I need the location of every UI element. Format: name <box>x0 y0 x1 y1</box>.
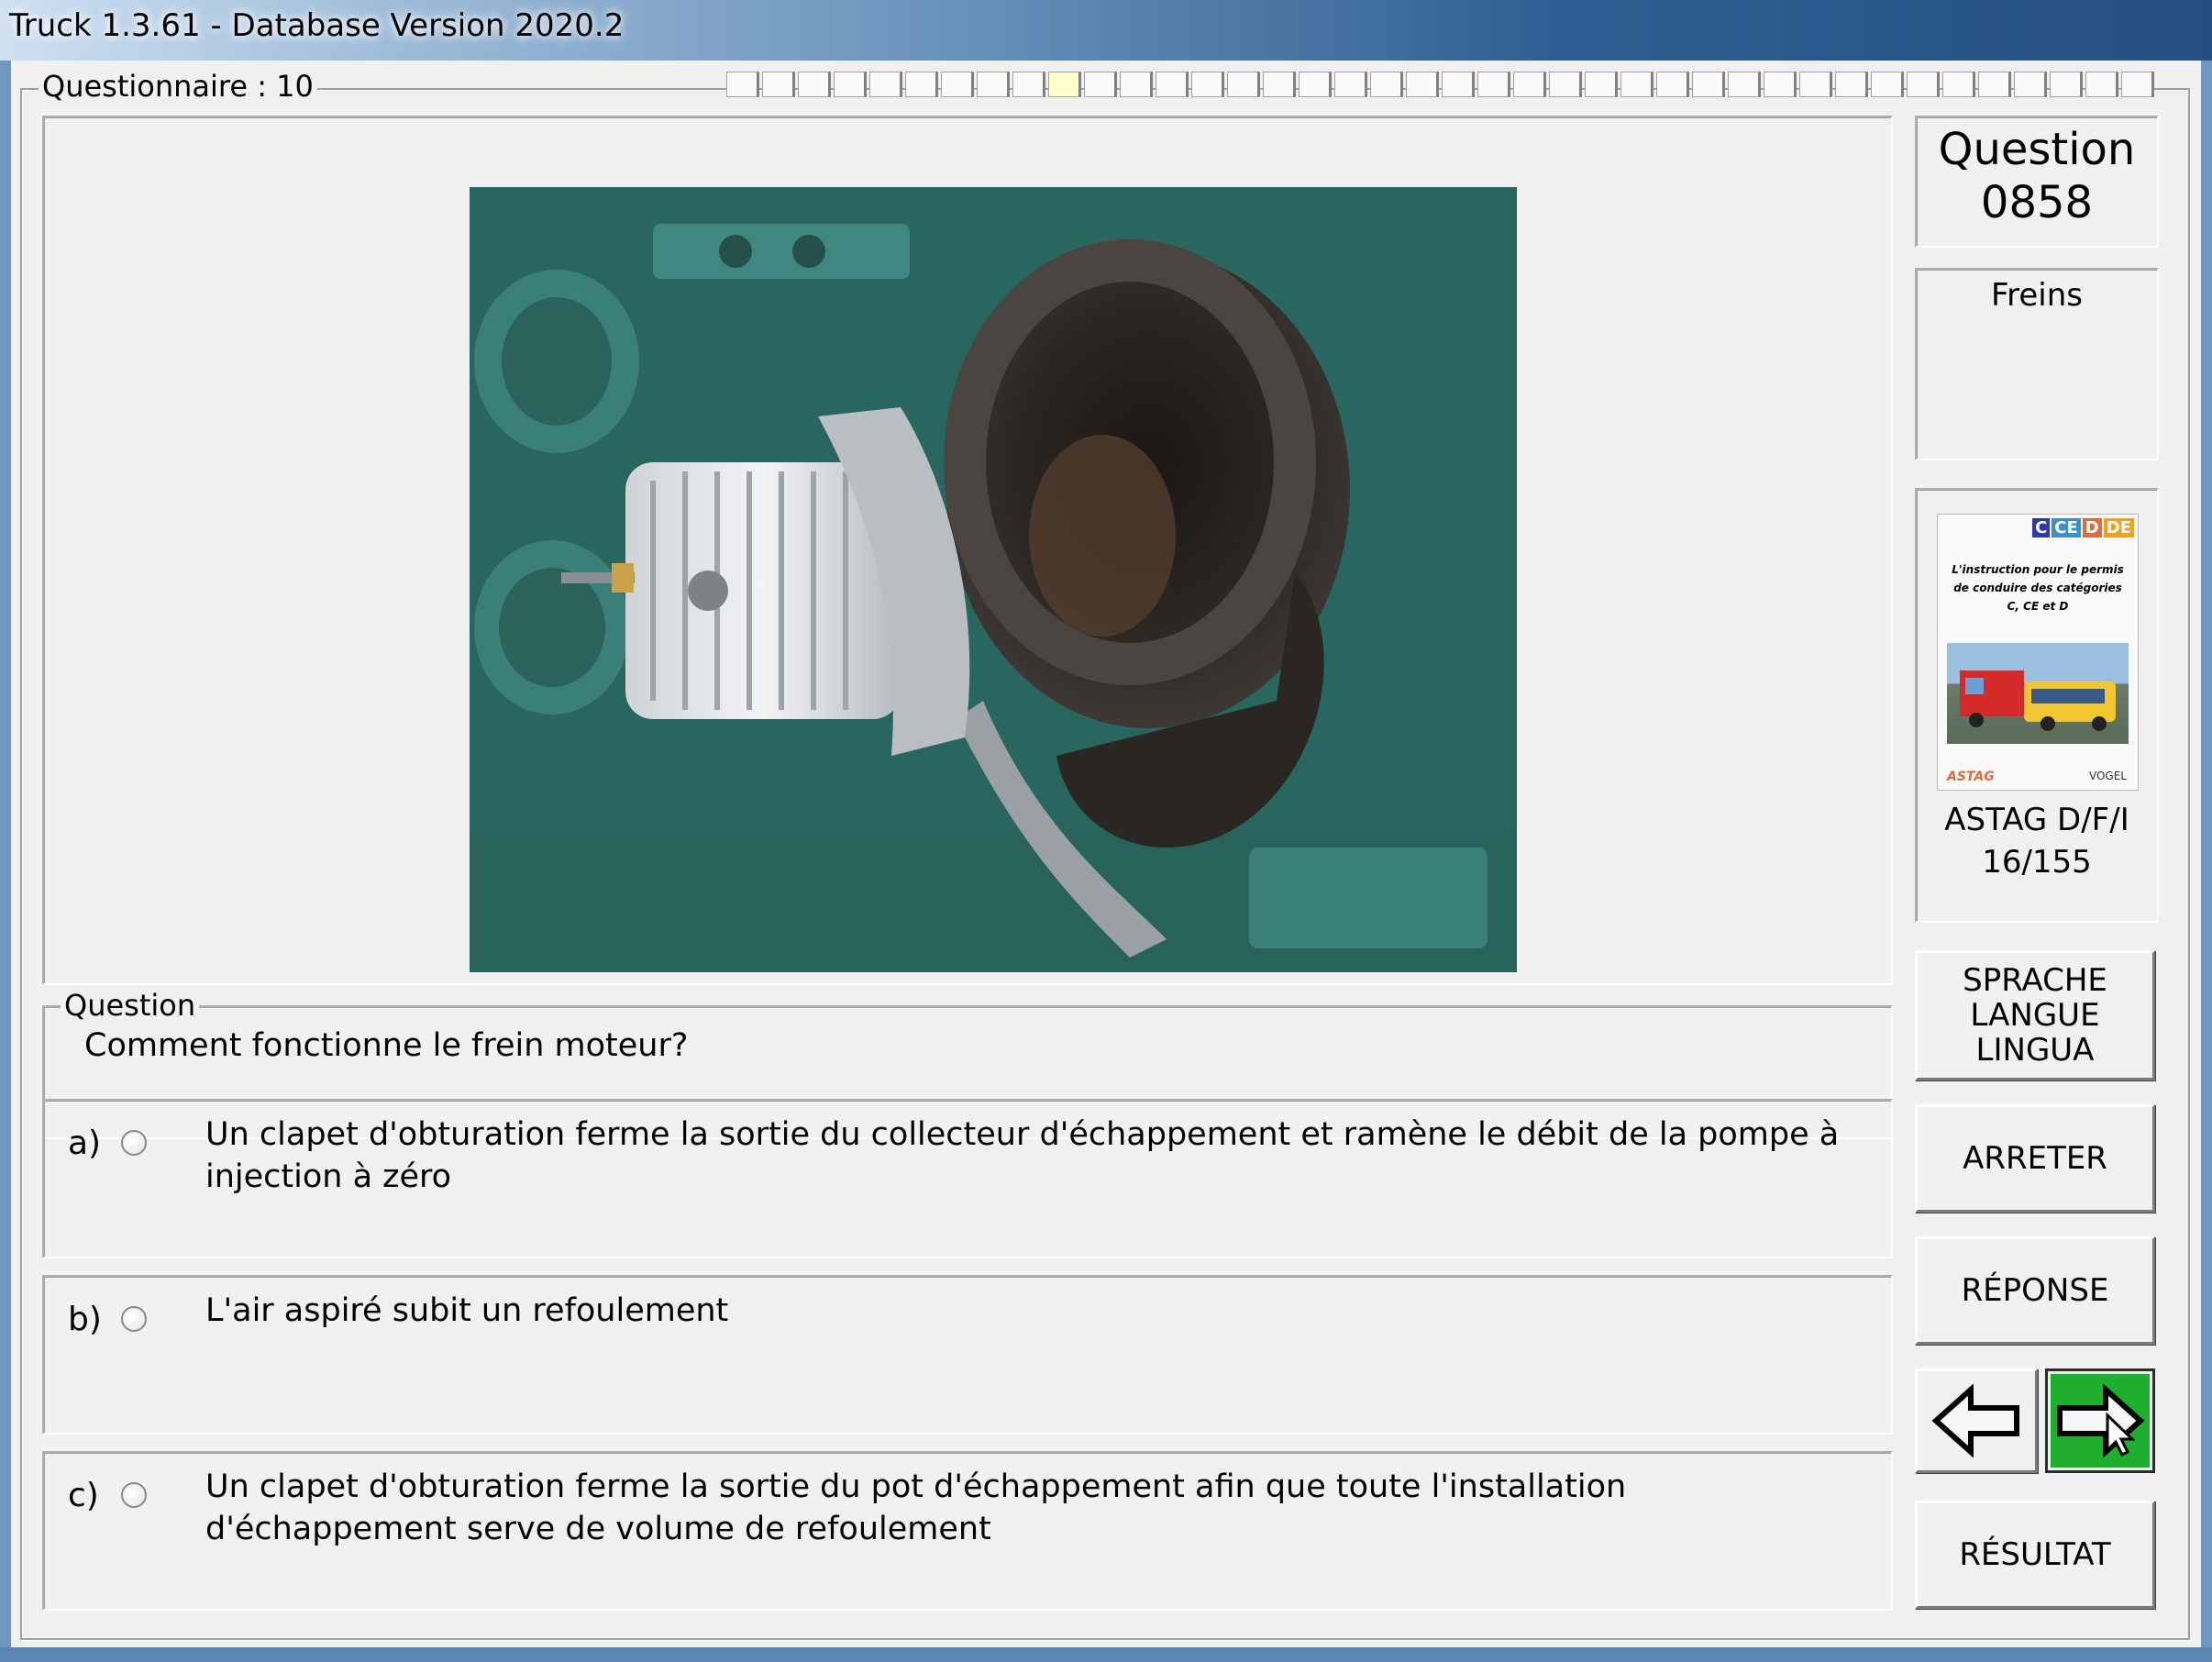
progress-cell <box>941 72 974 97</box>
progress-cell <box>977 72 1010 97</box>
language-label-it: LINGUA <box>1975 1032 2095 1069</box>
progress-cell <box>1728 72 1761 97</box>
answer-a-text: Un clapet d'obturation ferme la sortie d… <box>205 1116 1840 1195</box>
progress-cell <box>1120 72 1153 97</box>
progress-cell <box>1048 72 1081 97</box>
book-badge-de: DE <box>2103 518 2134 537</box>
answer-b-content[interactable]: b) L'air aspiré subit un refoulement <box>42 1275 1889 1431</box>
progress-cell <box>1227 72 1260 97</box>
window-client-area: Questionnaire : 10 Question Comment fonc… <box>11 61 2201 1647</box>
progress-cell <box>1513 72 1546 97</box>
answer-c-letter: c) <box>68 1477 99 1514</box>
answer-c-radio[interactable] <box>121 1482 147 1508</box>
progress-cell <box>1442 72 1475 97</box>
question-text: Comment fonctionne le frein moteur? <box>84 1027 689 1064</box>
next-button[interactable] <box>2045 1368 2155 1473</box>
progress-cell <box>2014 72 2047 97</box>
progress-cell <box>1477 72 1510 97</box>
book-badge-c: C <box>2032 518 2051 537</box>
progress-cell <box>1692 72 1725 97</box>
progress-cell <box>762 72 795 97</box>
progress-cell <box>2121 72 2154 97</box>
answer-c-text: Un clapet d'obturation ferme la sortie d… <box>205 1468 1627 1547</box>
progress-cell <box>1406 72 1439 97</box>
questionnaire-label: Questionnaire : 10 <box>39 70 317 103</box>
book-badge-ce: CE <box>2052 518 2081 537</box>
progress-cell <box>726 72 759 97</box>
category-box: Freins <box>1915 268 2159 460</box>
progress-cell <box>834 72 867 97</box>
progress-cell <box>1156 72 1189 97</box>
questionnaire-progress <box>726 72 2194 99</box>
progress-cell <box>1942 72 1975 97</box>
progress-cell <box>1299 72 1332 97</box>
answer-c-content[interactable]: c) Un clapet d'obturation ferme la sorti… <box>42 1451 1889 1607</box>
language-label-de: SPRACHE <box>1963 962 2107 999</box>
progress-cell <box>1799 72 1832 97</box>
progress-cell <box>905 72 938 97</box>
progress-cell <box>1907 72 1940 97</box>
answer-a-radio[interactable] <box>121 1130 147 1156</box>
previous-button[interactable] <box>1915 1368 2038 1473</box>
book-cover-photo <box>1947 643 2129 744</box>
language-label-fr: LANGUE <box>1970 997 2100 1034</box>
progress-cell <box>798 72 831 97</box>
progress-cell <box>1835 72 1868 97</box>
question-photo <box>470 187 1517 972</box>
question-number: 0858 <box>1980 177 2094 228</box>
book-badge-d: D <box>2082 518 2102 537</box>
progress-cell <box>1370 72 1403 97</box>
progress-cell <box>1620 72 1653 97</box>
reference-box: C CE D DE L'instruction pour le permis d… <box>1915 488 2159 923</box>
progress-cell <box>1334 72 1367 97</box>
progress-cell <box>1978 72 2011 97</box>
stop-button[interactable]: ARRETER <box>1915 1104 2155 1213</box>
progress-cell <box>1549 72 1582 97</box>
arrow-left-icon <box>1931 1384 2019 1457</box>
progress-cell <box>1012 72 1045 97</box>
arrow-right-icon <box>2057 1384 2145 1457</box>
window-frame-left <box>0 61 11 1662</box>
reference-source: ASTAG D/F/I <box>1944 802 2129 838</box>
book-publisher-right: VOGEL <box>2088 770 2127 782</box>
progress-cell <box>1191 72 1224 97</box>
progress-cell <box>869 72 902 97</box>
answer-a-letter: a) <box>68 1125 102 1162</box>
result-button[interactable]: RÉSULTAT <box>1915 1501 2155 1609</box>
progress-cell <box>2050 72 2083 97</box>
answer-b-radio[interactable] <box>121 1306 147 1332</box>
question-number-label: Question <box>1938 124 2136 175</box>
question-group-label: Question <box>61 989 200 1022</box>
window-frame-bottom <box>0 1647 2212 1662</box>
progress-cell <box>1764 72 1797 97</box>
window-title: Truck 1.3.61 - Database Version 2020.2 <box>9 7 625 44</box>
book-cover: C CE D DE L'instruction pour le permis d… <box>1937 514 2139 791</box>
language-button[interactable]: SPRACHE LANGUE LINGUA <box>1915 950 2155 1080</box>
question-number-box: Question 0858 <box>1915 116 2159 248</box>
answer-a-content[interactable]: a) Un clapet d'obturation ferme la sorti… <box>42 1099 1889 1255</box>
progress-cell <box>1585 72 1618 97</box>
progress-cell <box>2085 72 2118 97</box>
book-cover-text: L'instruction pour le permis de conduire… <box>1952 563 2124 613</box>
answer-b-letter: b) <box>68 1301 102 1338</box>
progress-cell <box>1263 72 1296 97</box>
progress-cell <box>1871 72 1904 97</box>
category-label: Freins <box>1991 277 2083 314</box>
window-frame-right <box>2201 61 2212 1662</box>
title-bar[interactable]: Truck 1.3.61 - Database Version 2020.2 <box>0 0 2212 61</box>
progress-cell <box>1656 72 1689 97</box>
answer-button[interactable]: RÉPONSE <box>1915 1236 2155 1345</box>
image-panel <box>42 116 1893 985</box>
progress-cell <box>1084 72 1117 97</box>
answer-b-text: L'air aspiré subit un refoulement <box>205 1292 729 1329</box>
reference-page: 16/155 <box>1982 844 2092 881</box>
book-publisher-left: ASTAG <box>1947 770 1995 784</box>
